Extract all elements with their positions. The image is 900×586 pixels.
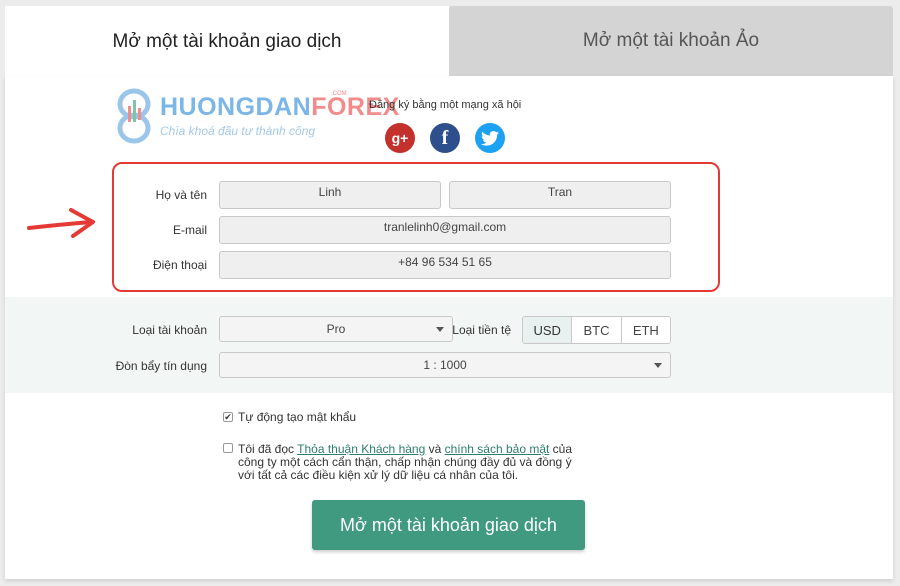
email-label: E-mail: [172, 223, 207, 237]
last-name-input[interactable]: Tran: [449, 181, 671, 209]
leverage-label: Đòn bẩy tín dụng: [115, 359, 207, 373]
tab-demo-account-label: Mở một tài khoản Ảo: [582, 30, 760, 51]
twitter-icon[interactable]: [475, 123, 505, 153]
currency-btc-button[interactable]: BTC: [572, 317, 622, 343]
auto-password-checkbox[interactable]: ✔: [223, 412, 233, 422]
customer-agreement-link[interactable]: Thỏa thuận Khách hàng: [297, 442, 425, 456]
email-value: tranlelinh0@gmail.com: [383, 220, 507, 234]
logo-wordmark: HUONGDANFOREX: [160, 93, 400, 122]
email-field[interactable]: tranlelinh0@gmail.com: [219, 216, 671, 244]
tab-real-account-label: Mở một tài khoản giao dịch: [112, 31, 342, 52]
name-label: Họ và tên: [155, 188, 207, 202]
phone-value: +84 96 534 51 65: [398, 255, 492, 269]
account-type-label: Loại tài khoản: [132, 323, 207, 337]
logo-suffix: .COM: [331, 91, 347, 97]
brand-logo: HUONGDANFOREX .COM Chìa khoá đầu tư thàn…: [113, 88, 399, 144]
privacy-policy-link[interactable]: chính sách bảo mật: [445, 442, 550, 456]
leverage-select[interactable]: 1 : 1000: [219, 352, 671, 378]
phone-field[interactable]: +84 96 534 51 65: [219, 251, 671, 279]
social-signup-label: Đăng ký bằng một mạng xã hội: [369, 99, 522, 111]
auto-password-label: Tự động tạo mật khẩu: [238, 410, 357, 424]
logo-word-1: HUONGDAN: [160, 93, 312, 121]
agree-terms-checkbox[interactable]: [223, 443, 233, 453]
twitter-bird-icon: [481, 130, 499, 146]
tab-demo-account[interactable]: Mở một tài khoản Ảo: [449, 6, 893, 76]
google-plus-icon[interactable]: g+: [385, 123, 415, 153]
phone-label: Điện thoại: [152, 258, 207, 272]
first-name-input[interactable]: Linh: [219, 181, 441, 209]
facebook-glyph: f: [441, 126, 449, 149]
account-settings-band: [5, 297, 893, 393]
currency-label: Loại tiền tệ: [452, 323, 511, 337]
agree-terms-text: Tôi đã đọc Thỏa thuận Khách hàng và chín…: [238, 443, 590, 482]
facebook-icon[interactable]: f: [430, 123, 460, 153]
chevron-down-icon: [654, 363, 662, 368]
logo-mark-icon: [117, 88, 151, 144]
currency-usd-button[interactable]: USD: [523, 317, 573, 343]
account-type-value: Pro: [326, 322, 346, 336]
open-account-button-label: Mở một tài khoản giao dịch: [340, 514, 557, 535]
last-name-value: Tran: [547, 185, 573, 199]
currency-toggle-group: USD BTC ETH: [522, 316, 671, 344]
agree-text-part2: và: [425, 442, 445, 456]
agree-text-part1: Tôi đã đọc: [238, 442, 298, 456]
logo-slogan: Chìa khoá đầu tư thành công: [160, 124, 316, 138]
leverage-value: 1 : 1000: [423, 358, 467, 372]
first-name-value: Linh: [318, 185, 342, 199]
currency-eth-button[interactable]: ETH: [621, 317, 670, 343]
google-plus-glyph: g+: [391, 130, 409, 146]
tab-real-account[interactable]: Mở một tài khoản giao dịch: [5, 6, 449, 78]
open-account-button[interactable]: Mở một tài khoản giao dịch: [312, 500, 585, 550]
